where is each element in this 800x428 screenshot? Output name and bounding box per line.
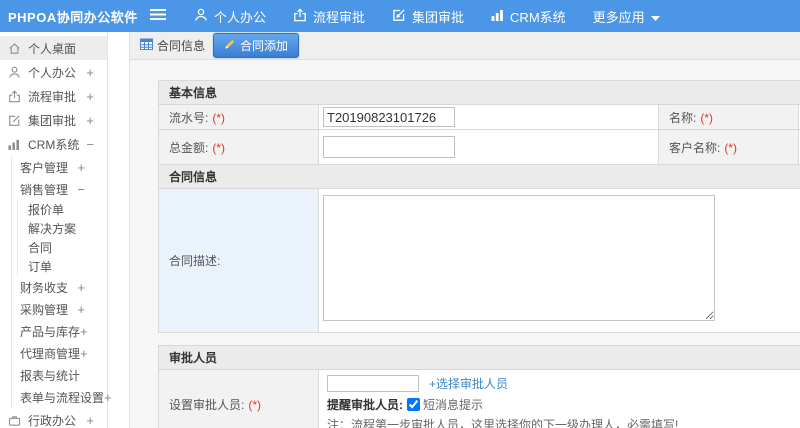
sidebar-item-purchase[interactable]: 采购管理 + xyxy=(12,298,107,320)
tab-label: 合同信息 xyxy=(157,39,206,53)
expand-icon: + xyxy=(86,412,94,428)
home-icon xyxy=(8,42,22,55)
expand-icon: + xyxy=(77,159,85,175)
choose-approver-link[interactable]: +选择审批人员 xyxy=(429,375,508,392)
sidebar-item-form-workflow-settings[interactable]: 表单与流程设置 + xyxy=(12,386,112,408)
nav-label: 个人办公 xyxy=(214,9,267,25)
name-label: 名称: (*) xyxy=(658,104,799,130)
serial-label: 流水号: (*) xyxy=(158,104,319,130)
required-mark: (*) xyxy=(248,397,262,412)
sidebar-item-sales-mgmt[interactable]: 销售管理 − xyxy=(12,178,107,200)
sms-remind-checkbox[interactable] xyxy=(407,398,420,411)
main-area: 合同信息 合同添加 基本信息 流水号: (*) T20190823101726 … xyxy=(129,32,800,428)
sidebar-item-order[interactable]: 订单 xyxy=(18,257,107,276)
expand-icon: + xyxy=(86,88,94,104)
sidebar: 个人桌面 个人办公 + 流程审批 + 集团审批 + CRM系统 − 客户管理 +… xyxy=(0,32,129,428)
tabbar: 合同信息 合同添加 xyxy=(130,32,800,60)
sidebar-item-contract[interactable]: 合同 xyxy=(18,238,107,257)
sidebar-item-customer-mgmt[interactable]: 客户管理 + xyxy=(12,156,107,178)
sidebar-item-group-approval[interactable]: 集团审批 + xyxy=(0,108,107,132)
amount-input[interactable] xyxy=(323,136,455,158)
expand-icon: + xyxy=(86,64,94,80)
collapse-icon: − xyxy=(77,181,85,197)
briefcase-icon xyxy=(8,414,22,427)
crm-submenu: 客户管理 + 销售管理 − 报价单 解决方案 合同 订单 财务收支 + 采购管理… xyxy=(11,156,112,408)
required-mark: (*) xyxy=(212,110,226,125)
tab-label: 合同添加 xyxy=(240,39,289,53)
required-mark: (*) xyxy=(700,110,714,125)
description-label: 合同描述: xyxy=(158,188,319,333)
tab-contract-info[interactable]: 合同信息 xyxy=(140,37,205,54)
customer-label: 客户名称: (*) xyxy=(658,129,799,165)
nav-group-approval[interactable]: 集团审批 xyxy=(392,7,464,26)
sidebar-item-admin-office[interactable]: 行政办公 + xyxy=(0,408,107,428)
sidebar-item-solution[interactable]: 解决方案 xyxy=(18,219,107,238)
share-icon xyxy=(293,7,307,25)
serial-input[interactable] xyxy=(323,107,455,127)
remind-approver-label: 提醒审批人员: xyxy=(327,398,403,412)
table-grid-icon xyxy=(140,38,153,54)
expand-icon: + xyxy=(80,345,88,361)
sidebar-item-agent-mgmt[interactable]: 代理商管理 + xyxy=(12,342,107,364)
form-panel: 基本信息 流水号:(*) 名称:(*) 总金额:(*) xyxy=(130,60,800,428)
expand-icon: + xyxy=(77,279,85,295)
person-icon xyxy=(8,66,22,79)
pencil-icon xyxy=(224,38,236,53)
expand-icon: + xyxy=(80,323,88,339)
nav-personal-office[interactable]: 个人办公 xyxy=(194,7,266,26)
sidebar-item-quotation[interactable]: 报价单 xyxy=(18,200,107,219)
app-logo: PHPOA协同办公软件 xyxy=(8,9,138,25)
sidebar-item-crm[interactable]: CRM系统 − xyxy=(0,132,107,156)
sidebar-item-product-inventory[interactable]: 产品与库存 + xyxy=(12,320,107,342)
nav-crm[interactable]: CRM系统 xyxy=(491,7,566,26)
sidebar-item-personal-desktop[interactable]: 个人桌面 xyxy=(0,36,107,60)
sidebar-item-personal-office[interactable]: 个人办公 + xyxy=(0,60,107,84)
nav-label: 更多应用 xyxy=(592,9,645,25)
section-header-basic-info: 基本信息 xyxy=(157,80,800,105)
edit-icon xyxy=(8,114,22,127)
required-mark: (*) xyxy=(212,140,226,155)
topbar-nav: 个人办公 流程审批 集团审批 CRM系统 更多应用 xyxy=(194,7,660,26)
section-header-contract-info: 合同信息 xyxy=(157,164,800,189)
chart-icon xyxy=(491,8,504,24)
nav-label: CRM系统 xyxy=(510,9,566,25)
share-icon xyxy=(8,89,22,103)
section-header-approver: 审批人员 xyxy=(157,345,800,370)
contract-form-table: 基本信息 流水号:(*) 名称:(*) 总金额:(*) xyxy=(157,80,800,333)
menu-toggle-button[interactable] xyxy=(150,9,166,23)
person-icon xyxy=(194,8,208,25)
caret-down-icon xyxy=(650,9,660,24)
sales-submenu: 报价单 解决方案 合同 订单 xyxy=(17,200,107,276)
hamburger-icon xyxy=(150,9,166,23)
nav-label: 流程审批 xyxy=(313,9,366,25)
tab-contract-add[interactable]: 合同添加 xyxy=(213,33,300,58)
nav-workflow-approval[interactable]: 流程审批 xyxy=(293,7,365,26)
sms-remind-option: 短消息提示 xyxy=(423,398,484,412)
required-mark: (*) xyxy=(724,140,738,155)
nav-label: 集团审批 xyxy=(412,9,465,25)
expand-icon: + xyxy=(86,112,94,128)
set-approver-label: 设置审批人员: (*) xyxy=(158,369,319,428)
amount-label: 总金额: (*) xyxy=(158,129,319,165)
approver-note: 注：流程第一步审批人员，这里选择你的下一级办理人，必需填写! xyxy=(327,418,679,428)
sidebar-item-workflow-approval[interactable]: 流程审批 + xyxy=(0,84,107,108)
collapse-icon: − xyxy=(86,136,94,152)
topbar: PHPOA协同办公软件 个人办公 流程审批 集团审批 CRM系统 更多应用 xyxy=(0,0,800,32)
sidebar-item-finance[interactable]: 财务收支 + xyxy=(12,276,107,298)
contract-description-textarea[interactable] xyxy=(323,195,715,321)
nav-more-apps[interactable]: 更多应用 xyxy=(593,7,660,26)
approver-input[interactable] xyxy=(327,375,419,392)
expand-icon: + xyxy=(77,301,85,317)
edit-icon xyxy=(392,8,406,25)
approver-table: 审批人员 设置审批人员: (*) +选择审批人员 提醒审批人员: 短消息提示 注… xyxy=(157,345,800,428)
sidebar-item-reports[interactable]: 报表与统计 xyxy=(12,364,107,386)
chart-icon xyxy=(8,138,22,150)
